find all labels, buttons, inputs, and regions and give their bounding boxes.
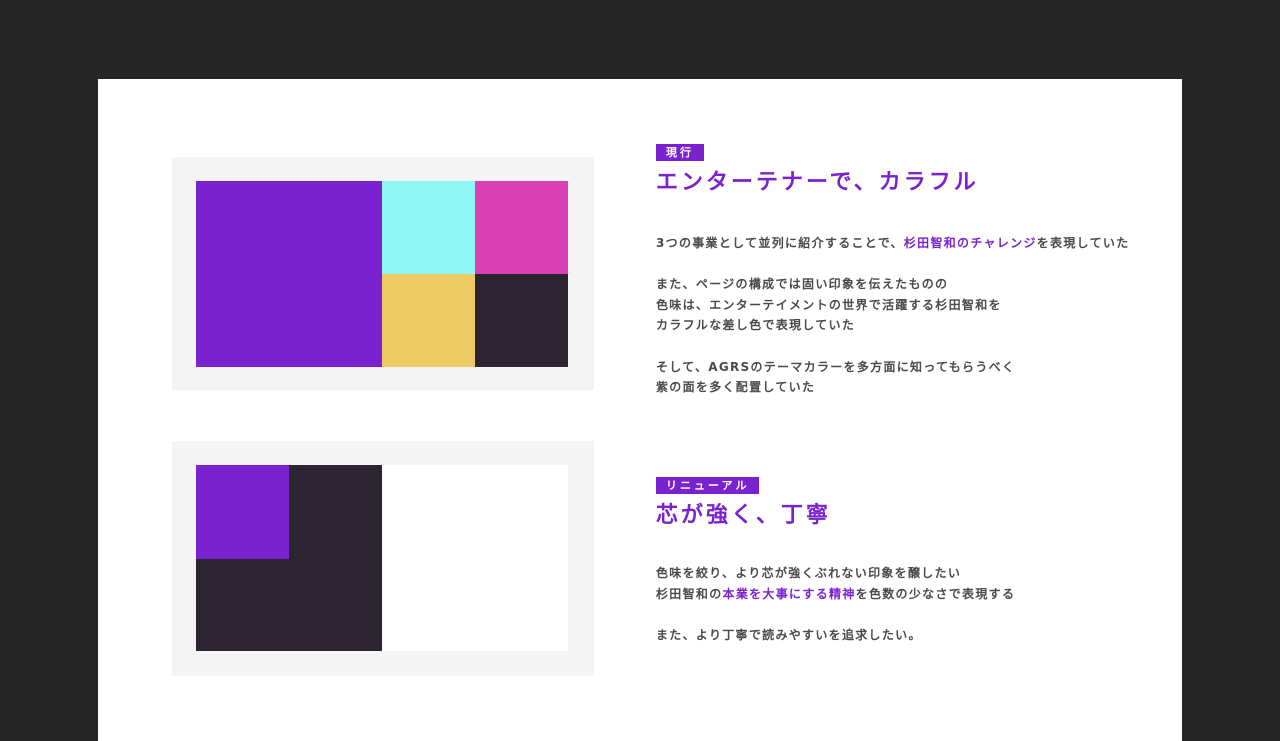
heading-renewal: 芯が強く、丁寧 xyxy=(656,503,832,528)
current-body-line-6: 紫の面を多く配置していた xyxy=(656,380,816,395)
text-segment: を表現していた xyxy=(1036,236,1130,250)
renewal-palette xyxy=(196,465,568,651)
highlight-spirit: 本業を大事にする精神 xyxy=(722,586,856,601)
renewal-body-line-2: 杉田智和の本業を大事にする精神を色数の少なさで表現する xyxy=(656,584,1156,605)
section-current: 現行 エンターテナーで、カラフル 3つの事業として並列に紹介することで、杉田智和… xyxy=(98,79,1182,419)
current-palette xyxy=(196,181,568,367)
swatch-cyan xyxy=(382,181,475,274)
swatch-purple xyxy=(196,181,382,367)
swatch-white xyxy=(382,465,568,651)
text-segment: 杉田智和の xyxy=(656,586,723,601)
section-renewal: リニューアル 芯が強く、丁寧 色味を絞り、より芯が強くぶれない印象を醸したい 杉… xyxy=(98,439,1182,739)
current-body-line-3: 色味は、エンターテイメントの世界で活躍する杉田智和を xyxy=(656,297,1002,312)
swatch-purple xyxy=(196,465,289,559)
text-segment: 3つの事業として並列に紹介することで、 xyxy=(656,236,904,250)
swatch-dark xyxy=(475,274,568,367)
content-card: 現行 エンターテナーで、カラフル 3つの事業として並列に紹介することで、杉田智和… xyxy=(98,79,1182,741)
tag-current: 現行 xyxy=(656,144,704,161)
renewal-text: リニューアル 芯が強く、丁寧 色味を絞り、より芯が強くぶれない印象を醸したい 杉… xyxy=(656,474,1156,645)
renewal-body-line-3: また、より丁寧で読みやすいを追求したい。 xyxy=(656,627,922,642)
current-body-line-2: また、ページの構成では固い印象を伝えたものの xyxy=(656,277,949,292)
current-body-line-5: そして、AGRSのテーマカラーを多方面に知ってもらうべく xyxy=(656,359,1016,374)
renewal-palette-frame xyxy=(172,441,594,676)
swatch-yellow xyxy=(382,274,475,367)
swatch-magenta xyxy=(475,181,568,274)
renewal-body-line-1: 色味を絞り、より芯が強くぶれない印象を醸したい xyxy=(656,566,962,580)
tag-renewal: リニューアル xyxy=(656,477,760,494)
current-body-line-4: カラフルな差し色で表現していた xyxy=(656,318,856,333)
highlight-challenge: 杉田智和のチャレンジ xyxy=(903,236,1037,250)
text-segment: を色数の少なさで表現する xyxy=(855,586,1016,601)
current-body-line-1: 3つの事業として並列に紹介することで、杉田智和のチャレンジを表現していた xyxy=(656,233,1156,254)
heading-current: エンターテナーで、カラフル xyxy=(656,170,979,195)
current-palette-frame xyxy=(172,157,594,390)
current-text: 現行 エンターテナーで、カラフル 3つの事業として並列に紹介することで、杉田智和… xyxy=(656,141,1156,398)
